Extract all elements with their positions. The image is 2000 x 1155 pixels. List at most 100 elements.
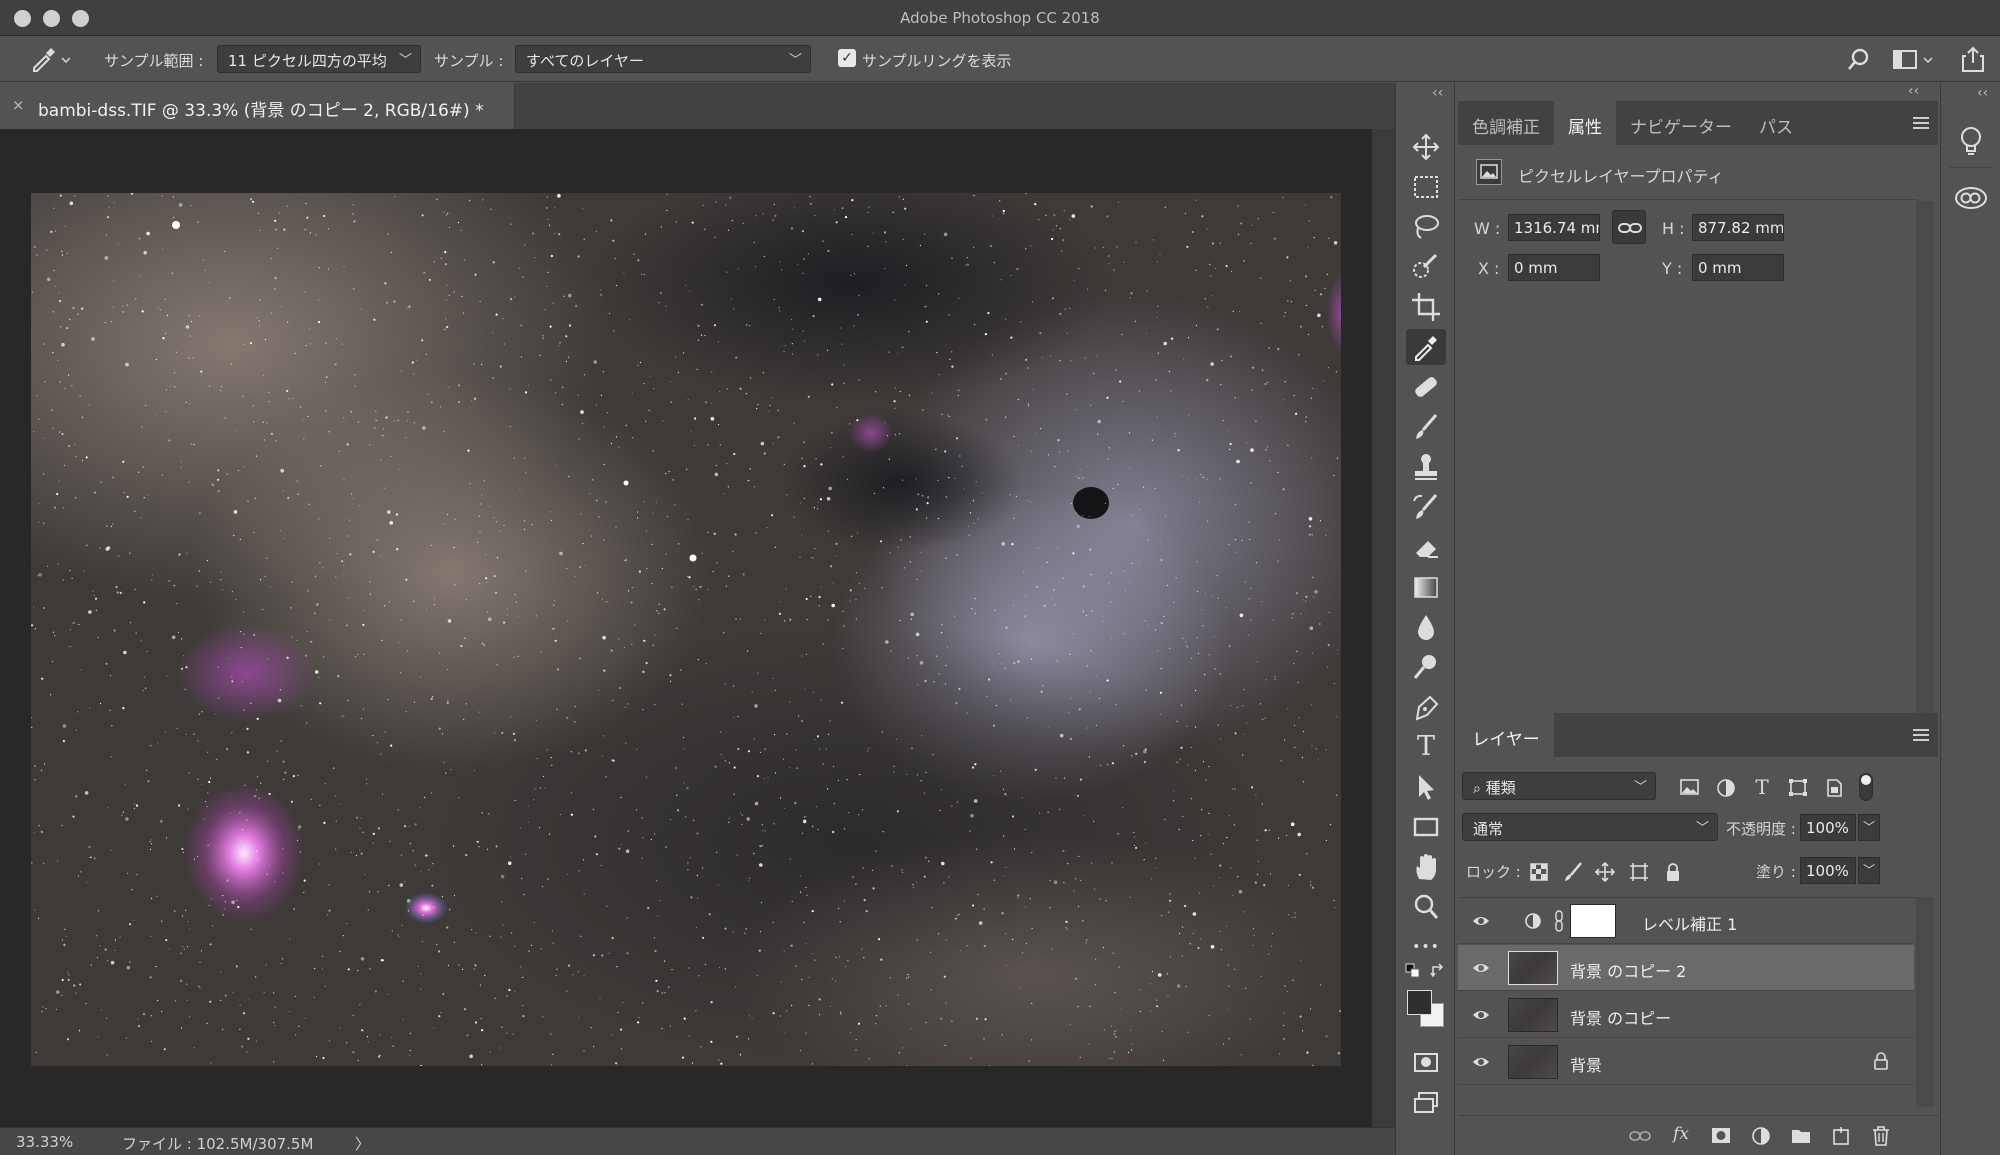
visibility-eye-icon[interactable]: [1472, 1006, 1490, 1024]
link-layers-icon[interactable]: [1628, 1126, 1652, 1146]
marquee-icon[interactable]: [1406, 169, 1446, 205]
foreground-color-swatch[interactable]: [1407, 990, 1432, 1015]
delete-layer-icon[interactable]: [1870, 1125, 1892, 1147]
layer-name[interactable]: レベル補正 1: [1642, 911, 1737, 935]
layer-name[interactable]: 背景 のコピー 2: [1570, 958, 1686, 982]
blend-mode-dropdown[interactable]: 通常 ﹀: [1462, 813, 1718, 841]
eyedropper-tool-preset-icon[interactable]: [30, 46, 71, 72]
healing-icon[interactable]: [1406, 369, 1446, 405]
sample-dropdown[interactable]: すべてのレイヤー ﹀: [515, 45, 811, 73]
visibility-eye-icon[interactable]: [1472, 912, 1490, 930]
filter-pixel-icon[interactable]: [1678, 777, 1702, 799]
visibility-eye-icon[interactable]: [1472, 1053, 1490, 1071]
sample-size-dropdown[interactable]: 11 ピクセル四方の平均 ﹀: [217, 45, 421, 73]
filter-adjustment-icon[interactable]: [1714, 777, 1738, 799]
y-field[interactable]: 0 mm: [1692, 254, 1784, 281]
path-select-icon[interactable]: [1406, 769, 1446, 805]
layer-name[interactable]: 背景 のコピー: [1570, 1005, 1671, 1029]
fill-field[interactable]: 100%: [1800, 857, 1856, 884]
lock-all-icon[interactable]: [1662, 861, 1684, 883]
default-colors-icon[interactable]: [1405, 963, 1421, 979]
eyedropper-icon[interactable]: [1406, 329, 1446, 365]
tab-properties[interactable]: 属性: [1554, 101, 1616, 145]
fx-icon[interactable]: fx: [1668, 1124, 1694, 1148]
layer-row-background-copy-2[interactable]: 背景 のコピー 2: [1458, 945, 1914, 991]
zoom-icon[interactable]: [1406, 889, 1446, 925]
layer-name[interactable]: 背景: [1570, 1052, 1602, 1076]
new-layer-icon[interactable]: [1830, 1126, 1852, 1146]
layer-row-background-copy[interactable]: 背景 のコピー: [1458, 992, 1914, 1038]
layer-row-background[interactable]: 背景: [1458, 1039, 1914, 1085]
workspace-icon[interactable]: [1892, 48, 1938, 72]
lock-artboard-icon[interactable]: [1628, 861, 1650, 883]
stamp-icon[interactable]: [1406, 449, 1446, 485]
learn-lightbulb-icon[interactable]: [1955, 123, 1987, 159]
opacity-field[interactable]: 100%: [1800, 814, 1856, 841]
swap-colors-icon[interactable]: [1430, 963, 1446, 979]
new-group-icon[interactable]: [1790, 1126, 1812, 1146]
layer-row-levels[interactable]: レベル補正 1: [1458, 898, 1914, 944]
status-menu-arrow[interactable]: 〉: [355, 1133, 370, 1154]
collapse-strip-icon[interactable]: ‹‹: [1977, 85, 1988, 101]
document-tab[interactable]: × bambi-dss.TIF @ 33.3% (背景 のコピー 2, RGB/…: [0, 83, 515, 129]
collapse-tools-icon[interactable]: ‹‹: [1432, 85, 1443, 101]
quick-select-icon[interactable]: [1406, 249, 1446, 285]
tab-adjustments[interactable]: 色調補正: [1458, 101, 1554, 145]
filter-toggle[interactable]: [1859, 773, 1873, 801]
hand-icon[interactable]: [1406, 849, 1446, 885]
layers-panel-menu-icon[interactable]: [1913, 729, 1929, 741]
layer-mask-thumbnail[interactable]: [1570, 904, 1616, 938]
rectangle-icon[interactable]: [1406, 809, 1446, 845]
add-mask-icon[interactable]: [1710, 1126, 1732, 1146]
new-adjustment-layer-icon[interactable]: [1750, 1126, 1772, 1146]
type-icon[interactable]: T: [1406, 729, 1446, 765]
close-tab-icon[interactable]: ×: [12, 96, 25, 114]
filter-smart-object-icon[interactable]: [1822, 777, 1846, 799]
layers-scrollbar[interactable]: [1916, 897, 1934, 1107]
screen-mode-icon[interactable]: [1406, 1088, 1446, 1118]
lock-position-icon[interactable]: [1594, 861, 1616, 883]
pen-icon[interactable]: [1406, 689, 1446, 725]
star: [976, 848, 978, 850]
lock-transparent-pixels-icon[interactable]: [1528, 861, 1550, 883]
quick-mask-icon[interactable]: [1406, 1048, 1446, 1078]
search-icon[interactable]: [1846, 47, 1872, 73]
file-size-info[interactable]: ファイル : 102.5M/307.5M: [122, 1133, 313, 1154]
eraser-icon[interactable]: [1406, 529, 1446, 565]
fill-chevron-icon[interactable]: ﹀: [1858, 857, 1880, 884]
show-sampling-ring-checkbox[interactable]: ✓: [838, 49, 856, 67]
move-icon[interactable]: [1406, 129, 1446, 165]
width-field[interactable]: 1316.74 mm: [1508, 214, 1600, 241]
crop-icon[interactable]: [1406, 289, 1446, 325]
history-brush-icon[interactable]: [1406, 489, 1446, 525]
blur-icon[interactable]: [1406, 609, 1446, 645]
creative-cloud-libraries-icon[interactable]: [1953, 183, 1989, 213]
lock-image-pixels-icon[interactable]: [1562, 861, 1584, 883]
properties-scrollbar[interactable]: [1916, 201, 1934, 757]
vertical-scrollbar[interactable]: [1372, 129, 1395, 1127]
brush-icon[interactable]: [1406, 409, 1446, 445]
zoom-level[interactable]: 33.33%: [16, 1133, 73, 1151]
filter-shape-icon[interactable]: [1786, 777, 1810, 799]
opacity-chevron-icon[interactable]: ﹀: [1858, 814, 1880, 841]
link-dimensions-icon[interactable]: [1612, 210, 1646, 244]
visibility-eye-icon[interactable]: [1472, 959, 1490, 977]
height-field[interactable]: 877.82 mm: [1692, 214, 1784, 241]
share-icon[interactable]: [1960, 45, 1986, 73]
x-field[interactable]: 0 mm: [1508, 254, 1600, 281]
panel-menu-icon[interactable]: [1913, 117, 1929, 129]
filter-type-icon[interactable]: T: [1750, 775, 1774, 799]
tab-paths[interactable]: パス: [1746, 101, 1806, 145]
canvas-area[interactable]: [0, 129, 1372, 1127]
lasso-icon[interactable]: [1406, 209, 1446, 245]
astro-image[interactable]: [31, 193, 1341, 1066]
more-icon[interactable]: •••: [1406, 929, 1446, 965]
tab-layers[interactable]: レイヤー: [1458, 713, 1554, 757]
gradient-icon[interactable]: [1406, 569, 1446, 605]
star: [646, 567, 648, 570]
collapse-panels-icon[interactable]: ‹‹: [1908, 83, 1919, 99]
tab-navigator[interactable]: ナビゲーター: [1616, 101, 1746, 145]
chain-link-icon[interactable]: [1554, 910, 1564, 932]
dodge-icon[interactable]: [1406, 649, 1446, 685]
layer-filter-dropdown[interactable]: ⌕ 種類 ﹀: [1462, 772, 1656, 800]
